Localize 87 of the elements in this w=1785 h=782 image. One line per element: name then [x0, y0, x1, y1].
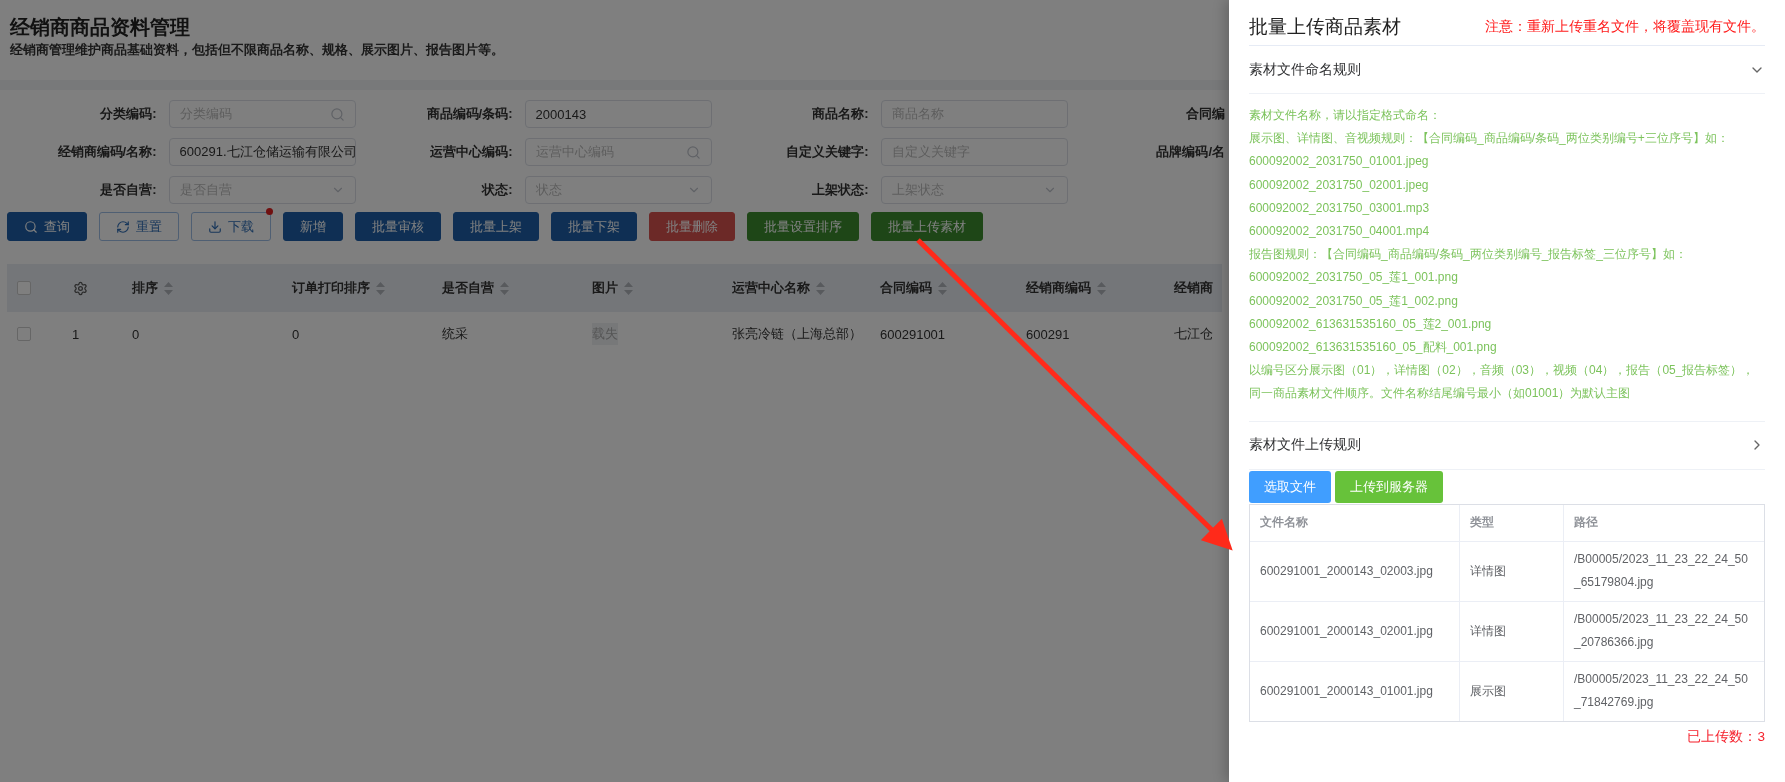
collapse-header[interactable]: 素材文件命名规则 — [1249, 46, 1765, 94]
action-button[interactable]: 批量下架 — [551, 212, 637, 241]
table-cell: 详情图 — [1459, 541, 1563, 601]
table-cell: 展示图 — [1459, 661, 1563, 721]
download-icon — [208, 219, 222, 234]
table-cell-text: 1 — [71, 326, 81, 342]
column-header: 运营中心名称 — [727, 279, 875, 297]
action-button[interactable]: 批量设置排序 — [747, 212, 859, 241]
column-header: 类型 — [1459, 504, 1563, 541]
sort-icon[interactable] — [164, 281, 173, 295]
rule-text: 600092002_613631535160_05_配料_001.png — [1249, 339, 1498, 357]
column-header: 经销商编码 — [1021, 279, 1169, 297]
rule-text: 展示图、详情图、音视频规则：【合同编码_商品编码/条码_两位类别编号+三位序号】如： — [1249, 130, 1730, 148]
rule-text: 600092002_2031750_05_莲1_001.png — [1249, 269, 1459, 287]
field-label: 商品名称: — [811, 105, 869, 123]
upload-count: 已上传数：3 — [1686, 727, 1765, 746]
column-header: 经销商 — [1173, 279, 1214, 297]
table-cell-text: 600291001_2000143_02001.jpg — [1259, 622, 1434, 640]
column-header: 排序 — [127, 279, 287, 297]
table-cell: /B00005/2023_11_23_22_24_50_20786366.jpg — [1563, 601, 1764, 661]
column-header: 路径 — [1563, 504, 1764, 541]
rule-text: 同一商品素材文件顺序。文件名称结尾编号最小（如01001）为默认主图 — [1249, 385, 1632, 403]
sort-icon[interactable] — [624, 281, 633, 295]
sort-icon[interactable] — [1097, 281, 1106, 295]
table-cell-text: 张亮冷链（上海总部） — [731, 325, 863, 343]
field-label: 合同编 — [1185, 105, 1225, 123]
action-button[interactable]: 批量上传素材 — [871, 212, 983, 241]
search-icon — [24, 219, 38, 234]
field-label: 上架状态: — [811, 181, 869, 199]
action-button[interactable]: 新增 — [283, 212, 343, 241]
rule-text: 600092002_2031750_02001.jpeg — [1249, 176, 1430, 194]
page-title: 经销商商品资料管理 — [10, 15, 191, 40]
column-header: 文件名称 — [1259, 514, 1309, 532]
drawer-title: 批量上传商品素材 — [1249, 14, 1401, 39]
field-label: 状态: — [480, 181, 513, 199]
action-button[interactable]: 重置 — [99, 212, 179, 241]
rule-text: 600092002_2031750_03001.mp3 — [1249, 199, 1431, 217]
column-header: 是否自营 — [437, 279, 587, 297]
input-field[interactable]: 2000143 — [524, 100, 712, 128]
table-cell-text: 0 — [131, 326, 141, 342]
settings-icon[interactable] — [73, 280, 88, 296]
search-icon — [330, 106, 345, 122]
column-header: 订单打印排序 — [287, 279, 437, 297]
checkbox[interactable] — [17, 327, 31, 341]
upload-button[interactable]: 上传到服务器 — [1335, 470, 1443, 503]
field-label: 商品编码/条码: — [425, 105, 513, 123]
rule-text: 素材文件名称，请以指定格式命名： — [1249, 107, 1442, 124]
rule-text: 600092002_2031750_05_莲1_002.png — [1249, 292, 1459, 310]
upload-button[interactable]: 选取文件 — [1249, 470, 1331, 503]
action-button[interactable]: 批量删除 — [649, 212, 735, 241]
search-field[interactable]: 600291.七江仓储运输有限公司 — [168, 138, 356, 166]
sort-icon[interactable] — [938, 281, 947, 295]
checkbox[interactable] — [17, 281, 31, 295]
field-label: 分类编码: — [99, 105, 157, 123]
action-button[interactable]: 批量上架 — [453, 212, 539, 241]
action-button[interactable]: 批量审核 — [355, 212, 441, 241]
search-icon — [686, 144, 701, 160]
collapse-header[interactable]: 素材文件上传规则 — [1249, 421, 1765, 470]
sort-icon[interactable] — [500, 281, 509, 295]
rule-text: 报告图规则：【合同编码_商品编码/条码_两位类别编号_报告标签_三位序号】如： — [1249, 246, 1689, 264]
field-label: 是否自营: — [99, 181, 157, 199]
table-cell: 详情图 — [1459, 601, 1563, 661]
refresh-icon — [116, 219, 130, 234]
table-cell-text: 600291001 — [879, 326, 947, 342]
field-label: 运营中心编码: — [429, 143, 513, 161]
page-subtitle: 经销商管理维护商品基础资料，包括但不限商品名称、规格、展示图片、报告图片等。 — [10, 42, 505, 59]
rule-text: 600092002_613631535160_05_莲2_001.png — [1249, 315, 1493, 333]
table-cell-text: 600291001_2000143_02003.jpg — [1259, 562, 1434, 580]
rule-text: 600092002_2031750_04001.mp4 — [1249, 223, 1431, 240]
sort-icon[interactable] — [376, 281, 385, 295]
table-cell: /B00005/2023_11_23_22_24_50_65179804.jpg — [1563, 541, 1764, 601]
table-cell: /B00005/2023_11_23_22_24_50_71842769.jpg — [1563, 661, 1764, 721]
field-label: 品牌编码/名 — [1155, 143, 1225, 161]
rule-text: 以编号区分展示图（01），详情图（02），音频（03），视频（04），报告（05_报告标签）， — [1249, 362, 1756, 380]
sort-icon[interactable] — [816, 281, 825, 295]
field-label: 经销商编码/名称: — [56, 143, 157, 161]
table-cell-text: 统采 — [441, 325, 469, 343]
warning-text: 注意：重新上传重名文件，将覆盖现有文件。 — [1485, 17, 1765, 36]
table-cell-text: 七江仓 — [1173, 325, 1214, 343]
column-header: 合同编码 — [875, 279, 1021, 297]
action-button[interactable]: 查询 — [7, 212, 87, 241]
rule-text: 600092002_2031750_01001.jpeg — [1249, 153, 1430, 171]
table-cell-text: 0 — [291, 326, 301, 342]
column-header: 图片 — [587, 279, 727, 297]
field-label: 自定义关键字: — [785, 143, 869, 161]
table-cell-text: 600291 — [1025, 326, 1071, 342]
table-cell-text: 600291001_2000143_01001.jpg — [1259, 682, 1434, 700]
